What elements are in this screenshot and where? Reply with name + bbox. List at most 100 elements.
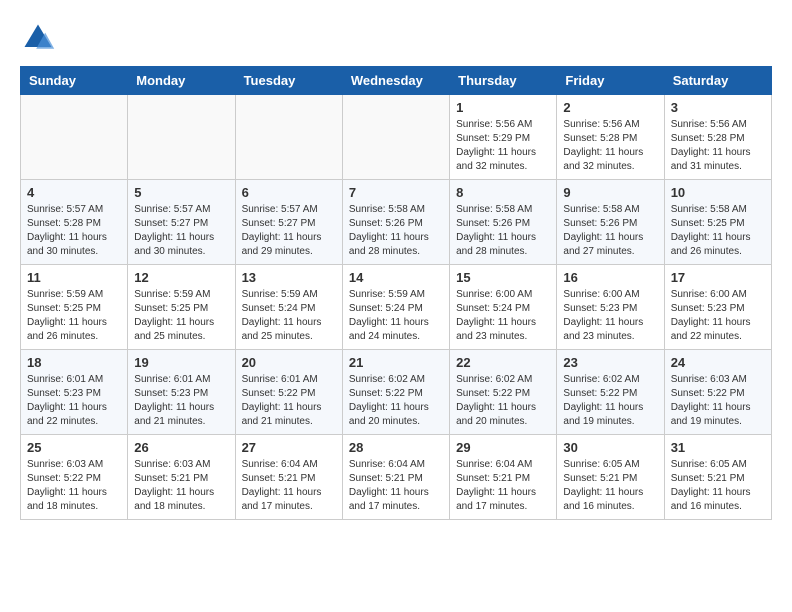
calendar-cell: 18 Sunrise: 6:01 AM Sunset: 5:23 PM Dayli… — [21, 350, 128, 435]
cell-content: Sunrise: 5:56 AM Sunset: 5:28 PM Dayligh… — [671, 118, 765, 174]
day-number: 11 — [27, 270, 121, 285]
cell-content: Sunrise: 5:58 AM Sunset: 5:26 PM Dayligh… — [349, 203, 443, 259]
cell-content: Sunrise: 5:58 AM Sunset: 5:26 PM Dayligh… — [563, 203, 657, 259]
day-number: 17 — [671, 270, 765, 285]
day-number: 22 — [456, 355, 550, 370]
calendar-cell: 4 Sunrise: 5:57 AM Sunset: 5:28 PM Daylig… — [21, 180, 128, 265]
cell-content: Sunrise: 6:00 AM Sunset: 5:24 PM Dayligh… — [456, 288, 550, 344]
cell-content: Sunrise: 5:57 AM Sunset: 5:28 PM Dayligh… — [27, 203, 121, 259]
calendar-week-row: 18 Sunrise: 6:01 AM Sunset: 5:23 PM Dayli… — [21, 350, 772, 435]
cell-content: Sunrise: 6:04 AM Sunset: 5:21 PM Dayligh… — [242, 458, 336, 514]
cell-content: Sunrise: 6:01 AM Sunset: 5:23 PM Dayligh… — [134, 373, 228, 429]
calendar-cell: 29 Sunrise: 6:04 AM Sunset: 5:21 PM Dayli… — [450, 435, 557, 520]
cell-content: Sunrise: 6:00 AM Sunset: 5:23 PM Dayligh… — [671, 288, 765, 344]
day-number: 8 — [456, 185, 550, 200]
calendar-cell: 30Sunrise: 6:05 AM Sunset: 5:21 PM Dayli… — [557, 435, 664, 520]
day-number: 1 — [456, 100, 550, 115]
day-number: 26 — [134, 440, 228, 455]
cell-content: Sunrise: 6:03 AM Sunset: 5:21 PM Dayligh… — [134, 458, 228, 514]
calendar-header-saturday: Saturday — [664, 67, 771, 95]
day-number: 3 — [671, 100, 765, 115]
cell-content: Sunrise: 6:02 AM Sunset: 5:22 PM Dayligh… — [563, 373, 657, 429]
cell-content: Sunrise: 6:05 AM Sunset: 5:21 PM Dayligh… — [563, 458, 657, 514]
cell-content: Sunrise: 6:03 AM Sunset: 5:22 PM Dayligh… — [27, 458, 121, 514]
day-number: 10 — [671, 185, 765, 200]
cell-content: Sunrise: 6:04 AM Sunset: 5:21 PM Dayligh… — [456, 458, 550, 514]
calendar-cell: 28Sunrise: 6:04 AM Sunset: 5:21 PM Dayli… — [342, 435, 449, 520]
day-number: 27 — [242, 440, 336, 455]
calendar-header-row: SundayMondayTuesdayWednesdayThursdayFrid… — [21, 67, 772, 95]
calendar-cell: 16 Sunrise: 6:00 AM Sunset: 5:23 PM Dayli… — [557, 265, 664, 350]
calendar-cell: 31 Sunrise: 6:05 AM Sunset: 5:21 PM Dayli… — [664, 435, 771, 520]
calendar-cell: 8 Sunrise: 5:58 AM Sunset: 5:26 PM Daylig… — [450, 180, 557, 265]
day-number: 14 — [349, 270, 443, 285]
cell-content: Sunrise: 6:02 AM Sunset: 5:22 PM Dayligh… — [456, 373, 550, 429]
calendar-cell: 20 Sunrise: 6:01 AM Sunset: 5:22 PM Dayli… — [235, 350, 342, 435]
day-number: 5 — [134, 185, 228, 200]
day-number: 6 — [242, 185, 336, 200]
day-number: 15 — [456, 270, 550, 285]
day-number: 9 — [563, 185, 657, 200]
calendar-cell: 9 Sunrise: 5:58 AM Sunset: 5:26 PM Daylig… — [557, 180, 664, 265]
cell-content: Sunrise: 5:59 AM Sunset: 5:24 PM Dayligh… — [242, 288, 336, 344]
calendar-cell — [128, 95, 235, 180]
cell-content: Sunrise: 6:02 AM Sunset: 5:22 PM Dayligh… — [349, 373, 443, 429]
day-number: 12 — [134, 270, 228, 285]
calendar-cell — [235, 95, 342, 180]
cell-content: Sunrise: 5:59 AM Sunset: 5:25 PM Dayligh… — [134, 288, 228, 344]
cell-content: Sunrise: 5:59 AM Sunset: 5:24 PM Dayligh… — [349, 288, 443, 344]
calendar-week-row: 11 Sunrise: 5:59 AM Sunset: 5:25 PM Dayli… — [21, 265, 772, 350]
calendar-cell: 27 Sunrise: 6:04 AM Sunset: 5:21 PM Dayli… — [235, 435, 342, 520]
day-number: 2 — [563, 100, 657, 115]
calendar-cell: 19 Sunrise: 6:01 AM Sunset: 5:23 PM Dayli… — [128, 350, 235, 435]
page-header — [20, 20, 772, 56]
cell-content: Sunrise: 5:57 AM Sunset: 5:27 PM Dayligh… — [242, 203, 336, 259]
cell-content: Sunrise: 5:57 AM Sunset: 5:27 PM Dayligh… — [134, 203, 228, 259]
calendar-cell: 17 Sunrise: 6:00 AM Sunset: 5:23 PM Dayli… — [664, 265, 771, 350]
calendar-cell: 14 Sunrise: 5:59 AM Sunset: 5:24 PM Dayli… — [342, 265, 449, 350]
calendar-cell — [21, 95, 128, 180]
day-number: 4 — [27, 185, 121, 200]
cell-content: Sunrise: 6:00 AM Sunset: 5:23 PM Dayligh… — [563, 288, 657, 344]
calendar-header-tuesday: Tuesday — [235, 67, 342, 95]
logo — [20, 20, 62, 56]
calendar-week-row: 4 Sunrise: 5:57 AM Sunset: 5:28 PM Daylig… — [21, 180, 772, 265]
calendar-cell: 2Sunrise: 5:56 AM Sunset: 5:28 PM Daylig… — [557, 95, 664, 180]
day-number: 18 — [27, 355, 121, 370]
cell-content: Sunrise: 5:56 AM Sunset: 5:29 PM Dayligh… — [456, 118, 550, 174]
calendar-cell: 25 Sunrise: 6:03 AM Sunset: 5:22 PM Dayli… — [21, 435, 128, 520]
calendar-cell: 15 Sunrise: 6:00 AM Sunset: 5:24 PM Dayli… — [450, 265, 557, 350]
cell-content: Sunrise: 6:03 AM Sunset: 5:22 PM Dayligh… — [671, 373, 765, 429]
cell-content: Sunrise: 5:59 AM Sunset: 5:25 PM Dayligh… — [27, 288, 121, 344]
cell-content: Sunrise: 6:01 AM Sunset: 5:23 PM Dayligh… — [27, 373, 121, 429]
calendar-cell: 22 Sunrise: 6:02 AM Sunset: 5:22 PM Dayli… — [450, 350, 557, 435]
day-number: 13 — [242, 270, 336, 285]
calendar-cell: 5 Sunrise: 5:57 AM Sunset: 5:27 PM Daylig… — [128, 180, 235, 265]
day-number: 28 — [349, 440, 443, 455]
day-number: 20 — [242, 355, 336, 370]
calendar-cell: 23 Sunrise: 6:02 AM Sunset: 5:22 PM Dayli… — [557, 350, 664, 435]
cell-content: Sunrise: 6:05 AM Sunset: 5:21 PM Dayligh… — [671, 458, 765, 514]
day-number: 24 — [671, 355, 765, 370]
cell-content: Sunrise: 6:01 AM Sunset: 5:22 PM Dayligh… — [242, 373, 336, 429]
calendar-header-friday: Friday — [557, 67, 664, 95]
day-number: 7 — [349, 185, 443, 200]
logo-icon — [20, 20, 56, 56]
day-number: 29 — [456, 440, 550, 455]
calendar-table: SundayMondayTuesdayWednesdayThursdayFrid… — [20, 66, 772, 520]
cell-content: Sunrise: 5:58 AM Sunset: 5:26 PM Dayligh… — [456, 203, 550, 259]
calendar-week-row: 25 Sunrise: 6:03 AM Sunset: 5:22 PM Dayli… — [21, 435, 772, 520]
day-number: 16 — [563, 270, 657, 285]
calendar-cell: 3 Sunrise: 5:56 AM Sunset: 5:28 PM Daylig… — [664, 95, 771, 180]
calendar-header-sunday: Sunday — [21, 67, 128, 95]
calendar-cell: 21 Sunrise: 6:02 AM Sunset: 5:22 PM Dayli… — [342, 350, 449, 435]
cell-content: Sunrise: 5:58 AM Sunset: 5:25 PM Dayligh… — [671, 203, 765, 259]
day-number: 23 — [563, 355, 657, 370]
day-number: 19 — [134, 355, 228, 370]
day-number: 31 — [671, 440, 765, 455]
calendar-week-row: 1 Sunrise: 5:56 AM Sunset: 5:29 PM Daylig… — [21, 95, 772, 180]
day-number: 25 — [27, 440, 121, 455]
day-number: 21 — [349, 355, 443, 370]
calendar-cell: 1 Sunrise: 5:56 AM Sunset: 5:29 PM Daylig… — [450, 95, 557, 180]
calendar-header-thursday: Thursday — [450, 67, 557, 95]
